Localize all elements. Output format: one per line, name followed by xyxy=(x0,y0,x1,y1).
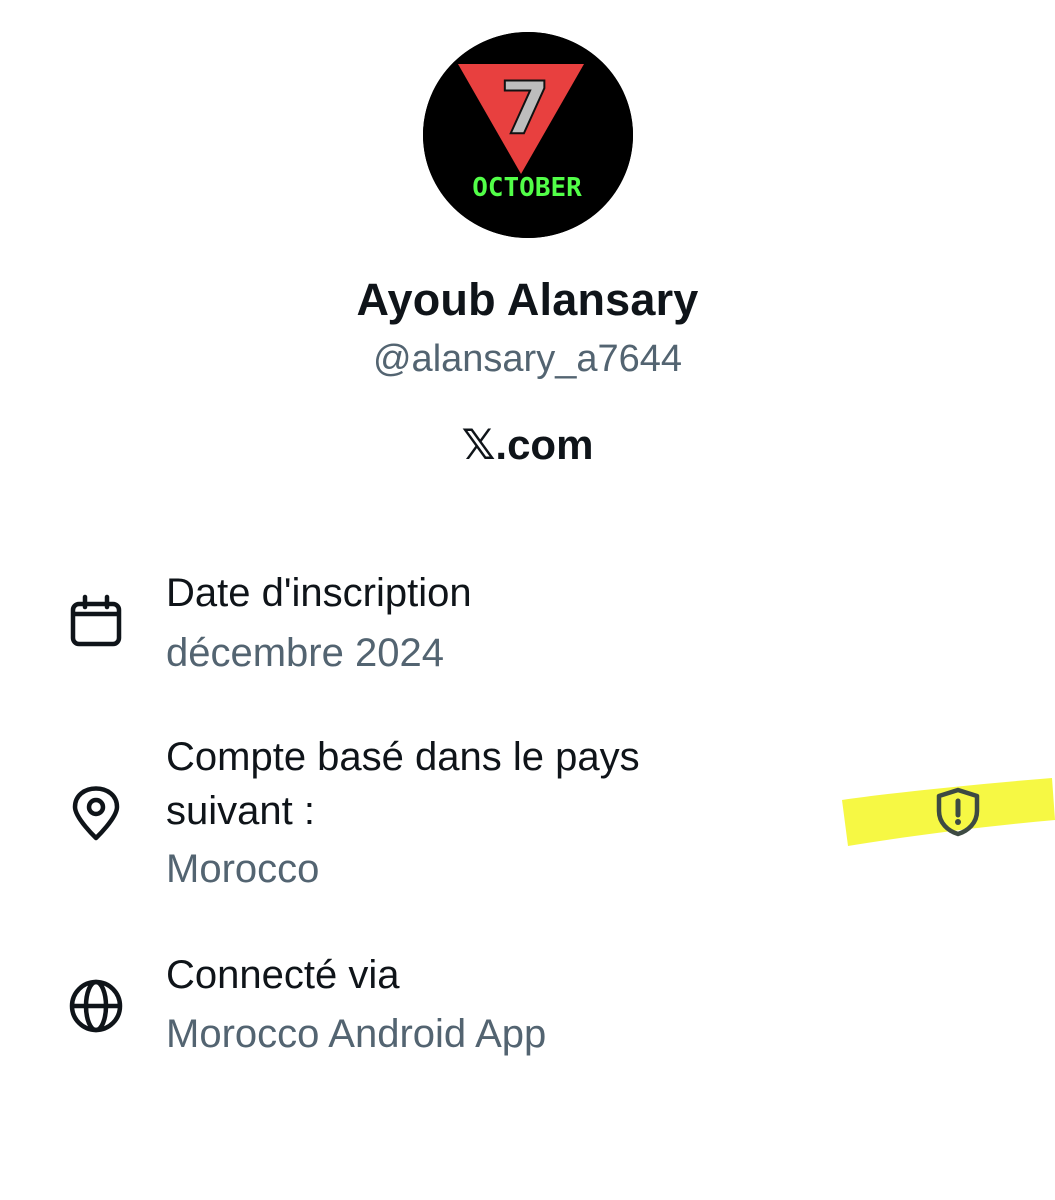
based-in-title: Compte basé dans le pays suivant : xyxy=(166,735,640,833)
avatar-digit: 7 xyxy=(500,66,550,150)
connected-title: Connecté via xyxy=(166,953,400,997)
joined-value: décembre 2024 xyxy=(166,631,444,675)
site-label: 𝕏.com xyxy=(461,421,594,468)
joined-title: Date d'inscription xyxy=(166,571,472,615)
calendar-icon xyxy=(68,594,124,650)
avatar-word: OCTOBER xyxy=(472,173,582,203)
based-in-value: Morocco xyxy=(166,847,320,891)
display-name: Ayoub Alansary xyxy=(356,274,699,325)
globe-icon xyxy=(68,978,124,1034)
connected-value: Morocco Android App xyxy=(166,1012,547,1056)
location-pin-icon xyxy=(68,786,124,842)
shield-alert-icon[interactable] xyxy=(932,786,984,838)
triangle-7-october-logo: 7 OCTOBER xyxy=(423,32,633,238)
user-handle: @alansary_a7644 xyxy=(372,338,682,380)
profile-avatar[interactable]: 7 OCTOBER xyxy=(423,32,633,238)
